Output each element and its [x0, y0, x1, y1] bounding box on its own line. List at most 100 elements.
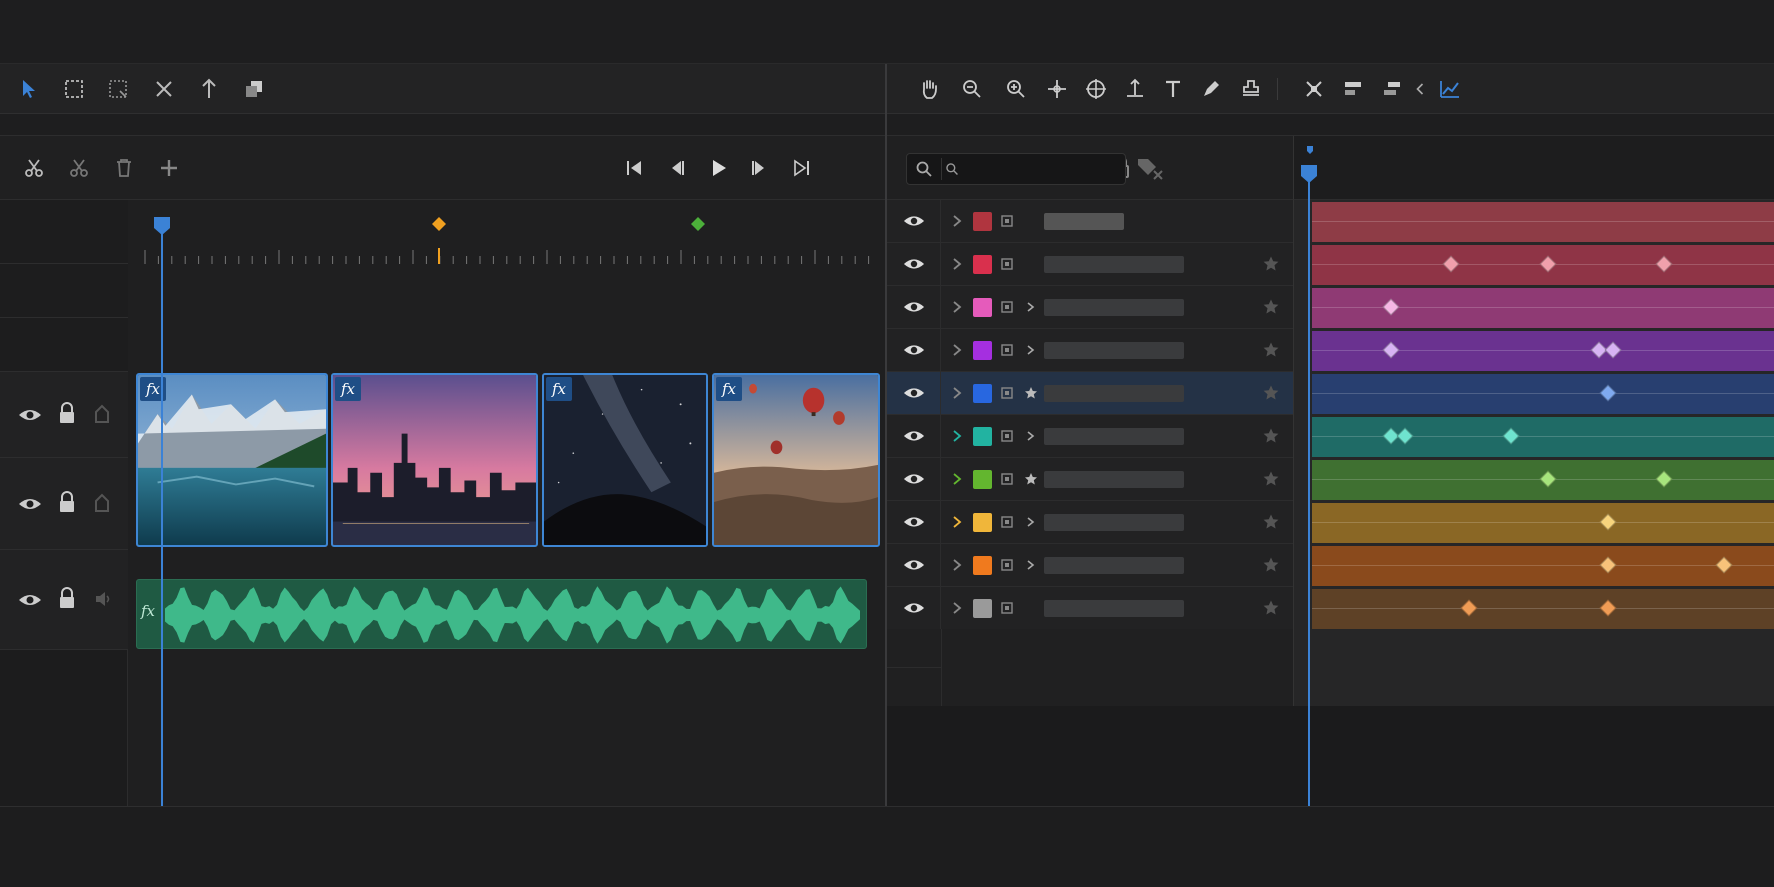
video-clip[interactable]: fx — [331, 373, 538, 547]
label-color-swatch[interactable] — [973, 556, 992, 575]
layer-name[interactable] — [1044, 213, 1124, 230]
keyframe-diamond[interactable] — [1382, 341, 1400, 359]
zoom-in-icon[interactable] — [999, 72, 1033, 106]
speaker-icon[interactable] — [94, 590, 112, 608]
layer-row[interactable] — [887, 329, 1293, 372]
layer-name[interactable] — [1044, 385, 1184, 402]
hand-icon[interactable] — [912, 72, 946, 106]
layer-row[interactable] — [887, 501, 1293, 544]
fx-badge[interactable]: fx — [546, 377, 572, 401]
select-arrow-icon[interactable] — [12, 72, 46, 106]
switch-icon[interactable] — [1024, 429, 1038, 443]
eye-icon[interactable] — [18, 494, 42, 514]
layer-row[interactable] — [887, 415, 1293, 458]
star-icon[interactable] — [1262, 384, 1280, 402]
layer-name[interactable] — [1044, 557, 1184, 574]
label-color-swatch[interactable] — [973, 384, 992, 403]
work-area-start-icon[interactable] — [1306, 145, 1314, 155]
fx-badge[interactable]: fx — [716, 377, 742, 401]
ripple-edit-icon[interactable] — [147, 72, 181, 106]
slip-tool-icon[interactable] — [192, 72, 226, 106]
zoom-out-icon[interactable] — [955, 72, 989, 106]
label-color-swatch[interactable] — [973, 427, 992, 446]
layer-name[interactable] — [1044, 471, 1184, 488]
expand-chevron-icon[interactable] — [950, 213, 964, 229]
eye-icon[interactable] — [18, 590, 42, 610]
keyframe-track[interactable] — [1312, 546, 1774, 586]
star-icon[interactable] — [1262, 255, 1280, 273]
lock-icon[interactable] — [58, 402, 76, 424]
eye-icon[interactable] — [887, 544, 941, 586]
layer-row[interactable] — [887, 200, 1293, 243]
eye-icon[interactable] — [887, 458, 941, 500]
label-color-swatch[interactable] — [973, 212, 992, 231]
pan-behind-icon[interactable] — [1118, 72, 1152, 106]
marker-orange[interactable] — [431, 216, 447, 232]
eye-icon[interactable] — [887, 243, 941, 285]
skip-to-start-icon[interactable] — [617, 151, 651, 185]
layer-search-field[interactable] — [906, 153, 1126, 185]
expand-chevron-icon[interactable] — [950, 471, 964, 487]
track-output-icon[interactable] — [94, 493, 110, 513]
track-output-icon[interactable] — [94, 404, 110, 424]
align-icon[interactable] — [1336, 72, 1370, 106]
cut-icon[interactable] — [62, 151, 96, 185]
keyframe-track[interactable] — [1312, 589, 1774, 629]
expand-chevron-icon[interactable] — [950, 600, 964, 616]
layer-row[interactable] — [887, 544, 1293, 587]
eye-icon[interactable] — [887, 501, 941, 543]
marquee-select-icon[interactable] — [57, 72, 91, 106]
layer-time-ruler[interactable] — [1293, 136, 1774, 200]
graph-editor-icon[interactable] — [1433, 72, 1467, 106]
keyframe-track[interactable] — [1312, 245, 1774, 285]
move-anchor-icon[interactable] — [1040, 72, 1074, 106]
switch-icon[interactable] — [1024, 300, 1038, 314]
time-ruler[interactable] — [140, 248, 880, 264]
stamp-icon[interactable] — [1234, 72, 1268, 106]
layer-row[interactable] — [887, 458, 1293, 501]
label-color-swatch[interactable] — [973, 599, 992, 618]
star-switch-icon[interactable] — [1024, 472, 1038, 486]
layer-row[interactable] — [887, 587, 1293, 630]
keyframe-diamond[interactable] — [1599, 556, 1617, 574]
label-color-swatch[interactable] — [973, 513, 992, 532]
star-switch-icon[interactable] — [1024, 386, 1038, 400]
layer-name[interactable] — [1044, 428, 1184, 445]
marker-green[interactable] — [690, 216, 706, 232]
eye-icon[interactable] — [887, 329, 941, 371]
video-clip[interactable]: fx — [712, 373, 880, 547]
skip-to-end-icon[interactable] — [785, 151, 819, 185]
keyframe-diamond[interactable] — [1502, 427, 1520, 445]
switch-icon[interactable] — [1024, 558, 1038, 572]
video-clip[interactable]: fx — [542, 373, 708, 547]
keyframe-track[interactable] — [1312, 460, 1774, 500]
keyframe-diamond[interactable] — [1382, 298, 1400, 316]
lasso-select-icon[interactable] — [101, 72, 135, 106]
keyframe-track[interactable] — [1312, 288, 1774, 328]
pen-tool-icon[interactable] — [1194, 72, 1228, 106]
keyframe-diamond[interactable] — [1396, 427, 1414, 445]
layer-name[interactable] — [1044, 600, 1184, 617]
keyframe-diamond[interactable] — [1599, 513, 1617, 531]
trash-icon[interactable] — [107, 151, 141, 185]
eye-icon[interactable] — [887, 587, 941, 629]
keyframe-track[interactable] — [1312, 202, 1774, 242]
layer-row[interactable] — [887, 243, 1293, 286]
layer-name[interactable] — [1044, 514, 1184, 531]
keyframe-diamond[interactable] — [1604, 341, 1622, 359]
expand-chevron-icon[interactable] — [950, 557, 964, 573]
play-icon[interactable] — [701, 151, 735, 185]
expand-chevron-icon[interactable] — [950, 256, 964, 272]
insert-icon[interactable] — [152, 151, 186, 185]
step-back-icon[interactable] — [659, 151, 693, 185]
star-icon[interactable] — [1262, 470, 1280, 488]
expand-chevron-icon[interactable] — [950, 342, 964, 358]
star-icon[interactable] — [1262, 298, 1280, 316]
switch-icon[interactable] — [1024, 343, 1038, 357]
eye-icon[interactable] — [18, 405, 42, 425]
label-color-swatch[interactable] — [973, 298, 992, 317]
keyframe-track[interactable] — [1312, 331, 1774, 371]
type-tool-icon[interactable] — [1156, 72, 1190, 106]
eye-icon[interactable] — [887, 415, 941, 457]
layer-row[interactable] — [887, 286, 1293, 329]
